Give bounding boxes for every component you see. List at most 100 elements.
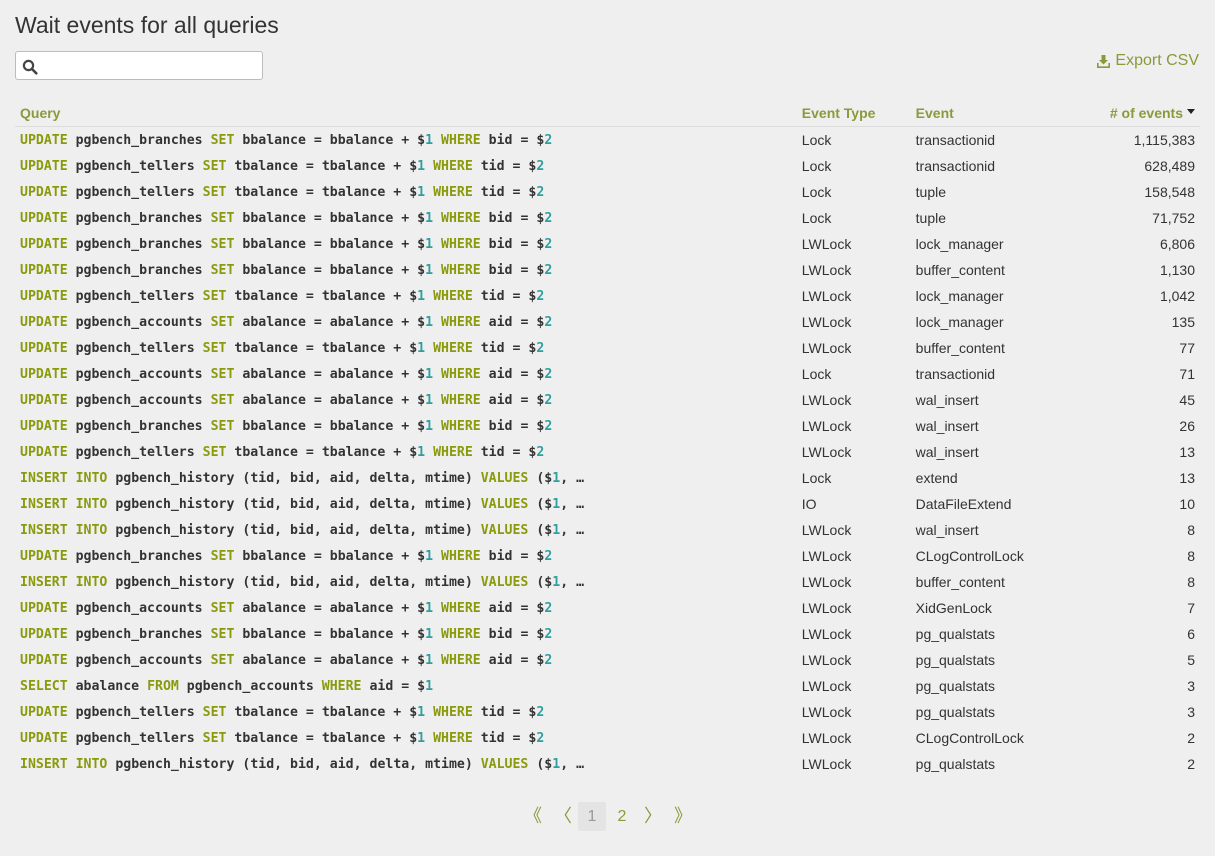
query-cell[interactable]: UPDATE pgbench_branches SET bbalance = b… — [15, 621, 797, 647]
first-page-button[interactable]: 《 — [518, 802, 548, 831]
query-cell[interactable]: INSERT INTO pgbench_history (tid, bid, a… — [15, 569, 797, 595]
header-count[interactable]: # of events — [1055, 100, 1200, 127]
query-cell[interactable]: UPDATE pgbench_branches SET bbalance = b… — [15, 205, 797, 231]
export-csv-button[interactable]: Export CSV — [1097, 52, 1199, 70]
query-cell[interactable]: UPDATE pgbench_tellers SET tbalance = tb… — [15, 725, 797, 751]
table-row[interactable]: INSERT INTO pgbench_history (tid, bid, a… — [15, 465, 1200, 491]
table-row[interactable]: UPDATE pgbench_tellers SET tbalance = tb… — [15, 153, 1200, 179]
table-row[interactable]: UPDATE pgbench_accounts SET abalance = a… — [15, 387, 1200, 413]
event-type-cell: LWLock — [801, 288, 852, 304]
table-row[interactable]: UPDATE pgbench_branches SET bbalance = b… — [15, 257, 1200, 283]
query-cell[interactable]: UPDATE pgbench_accounts SET abalance = a… — [15, 309, 797, 335]
table-row[interactable]: UPDATE pgbench_tellers SET tbalance = tb… — [15, 725, 1200, 751]
query-cell[interactable]: INSERT INTO pgbench_history (tid, bid, a… — [15, 751, 797, 777]
search-input[interactable] — [42, 54, 256, 76]
count-cell: 1,130 — [1159, 262, 1195, 278]
query-cell[interactable]: UPDATE pgbench_accounts SET abalance = a… — [15, 647, 797, 673]
header-query[interactable]: Query — [15, 100, 797, 127]
search-box[interactable] — [15, 51, 263, 80]
event-cell: buffer_content — [915, 574, 1005, 590]
query-cell[interactable]: UPDATE pgbench_branches SET bbalance = b… — [15, 413, 797, 439]
query-cell[interactable]: UPDATE pgbench_tellers SET tbalance = tb… — [15, 699, 797, 725]
table-row[interactable]: UPDATE pgbench_tellers SET tbalance = tb… — [15, 283, 1200, 309]
event-type-cell: Lock — [801, 470, 832, 486]
query-cell[interactable]: UPDATE pgbench_tellers SET tbalance = tb… — [15, 335, 797, 361]
event-cell: buffer_content — [915, 262, 1005, 278]
event-type-cell: Lock — [801, 210, 832, 226]
table-row[interactable]: INSERT INTO pgbench_history (tid, bid, a… — [15, 517, 1200, 543]
count-cell: 3 — [1187, 704, 1195, 720]
table-row[interactable]: UPDATE pgbench_accounts SET abalance = a… — [15, 361, 1200, 387]
query-cell[interactable]: UPDATE pgbench_branches SET bbalance = b… — [15, 231, 797, 257]
query-cell[interactable]: INSERT INTO pgbench_history (tid, bid, a… — [15, 517, 797, 543]
event-cell: wal_insert — [915, 418, 979, 434]
event-cell: tuple — [915, 210, 947, 226]
table-row[interactable]: UPDATE pgbench_tellers SET tbalance = tb… — [15, 335, 1200, 361]
table-row[interactable]: UPDATE pgbench_branches SET bbalance = b… — [15, 413, 1200, 439]
table-row[interactable]: UPDATE pgbench_tellers SET tbalance = tb… — [15, 439, 1200, 465]
table-row[interactable]: SELECT abalance FROM pgbench_accounts WH… — [15, 673, 1200, 699]
event-cell: pg_qualstats — [915, 652, 996, 668]
event-type-cell: LWLock — [801, 236, 852, 252]
download-icon — [1097, 54, 1111, 68]
last-page-button[interactable]: 》 — [668, 802, 698, 831]
page-2-button[interactable]: 2 — [606, 802, 638, 831]
query-cell[interactable]: UPDATE pgbench_branches SET bbalance = b… — [15, 257, 797, 283]
count-cell: 8 — [1187, 548, 1195, 564]
table-row[interactable]: INSERT INTO pgbench_history (tid, bid, a… — [15, 751, 1200, 777]
count-cell: 10 — [1179, 496, 1195, 512]
table-row[interactable]: UPDATE pgbench_tellers SET tbalance = tb… — [15, 699, 1200, 725]
event-cell: buffer_content — [915, 340, 1005, 356]
query-cell[interactable]: UPDATE pgbench_accounts SET abalance = a… — [15, 387, 797, 413]
header-event-type[interactable]: Event Type — [796, 100, 911, 127]
table-row[interactable]: UPDATE pgbench_branches SET bbalance = b… — [15, 621, 1200, 647]
event-type-cell: LWLock — [801, 548, 852, 564]
query-cell[interactable]: INSERT INTO pgbench_history (tid, bid, a… — [15, 465, 797, 491]
event-cell: extend — [915, 470, 958, 486]
query-cell[interactable]: UPDATE pgbench_accounts SET abalance = a… — [15, 595, 797, 621]
query-cell[interactable]: UPDATE pgbench_tellers SET tbalance = tb… — [15, 283, 797, 309]
table-row[interactable]: UPDATE pgbench_branches SET bbalance = b… — [15, 231, 1200, 257]
event-cell: wal_insert — [915, 444, 979, 460]
query-cell[interactable]: UPDATE pgbench_tellers SET tbalance = tb… — [15, 179, 797, 205]
query-cell[interactable]: UPDATE pgbench_branches SET bbalance = b… — [15, 127, 797, 154]
table-row[interactable]: UPDATE pgbench_accounts SET abalance = a… — [15, 595, 1200, 621]
table-row[interactable]: UPDATE pgbench_accounts SET abalance = a… — [15, 309, 1200, 335]
pagination: 《 〈 1 2 〉 》 — [518, 802, 698, 831]
count-cell: 1,042 — [1159, 288, 1195, 304]
event-type-cell: LWLock — [801, 626, 852, 642]
header-event[interactable]: Event — [910, 100, 1056, 127]
query-cell[interactable]: UPDATE pgbench_accounts SET abalance = a… — [15, 361, 797, 387]
wait-events-table: Query Event Type Event # of events UPDAT… — [15, 100, 1200, 777]
event-cell: CLogControlLock — [915, 730, 1024, 746]
event-cell: transactionid — [915, 366, 996, 382]
count-cell: 71 — [1179, 366, 1195, 382]
event-cell: XidGenLock — [915, 600, 992, 616]
event-cell: pg_qualstats — [915, 678, 996, 694]
table-row[interactable]: UPDATE pgbench_branches SET bbalance = b… — [15, 127, 1200, 154]
count-cell: 2 — [1187, 756, 1195, 772]
table-row[interactable]: UPDATE pgbench_tellers SET tbalance = tb… — [15, 179, 1200, 205]
prev-page-button[interactable]: 〈 — [548, 802, 578, 831]
table-row[interactable]: UPDATE pgbench_accounts SET abalance = a… — [15, 647, 1200, 673]
event-cell: CLogControlLock — [915, 548, 1024, 564]
table-row[interactable]: INSERT INTO pgbench_history (tid, bid, a… — [15, 569, 1200, 595]
table-row[interactable]: INSERT INTO pgbench_history (tid, bid, a… — [15, 491, 1200, 517]
count-cell: 135 — [1171, 314, 1195, 330]
count-cell: 5 — [1187, 652, 1195, 668]
query-cell[interactable]: SELECT abalance FROM pgbench_accounts WH… — [15, 673, 797, 699]
count-cell: 77 — [1179, 340, 1195, 356]
event-type-cell: LWLock — [801, 522, 852, 538]
query-cell[interactable]: UPDATE pgbench_tellers SET tbalance = tb… — [15, 439, 797, 465]
count-cell: 13 — [1179, 444, 1195, 460]
query-cell[interactable]: UPDATE pgbench_tellers SET tbalance = tb… — [15, 153, 797, 179]
table-row[interactable]: UPDATE pgbench_branches SET bbalance = b… — [15, 205, 1200, 231]
event-type-cell: LWLock — [801, 314, 852, 330]
table-row[interactable]: UPDATE pgbench_branches SET bbalance = b… — [15, 543, 1200, 569]
page-1-button[interactable]: 1 — [578, 802, 606, 831]
query-cell[interactable]: UPDATE pgbench_branches SET bbalance = b… — [15, 543, 797, 569]
event-cell: wal_insert — [915, 522, 979, 538]
event-type-cell: LWLock — [801, 730, 852, 746]
query-cell[interactable]: INSERT INTO pgbench_history (tid, bid, a… — [15, 491, 797, 517]
next-page-button[interactable]: 〉 — [638, 802, 668, 831]
